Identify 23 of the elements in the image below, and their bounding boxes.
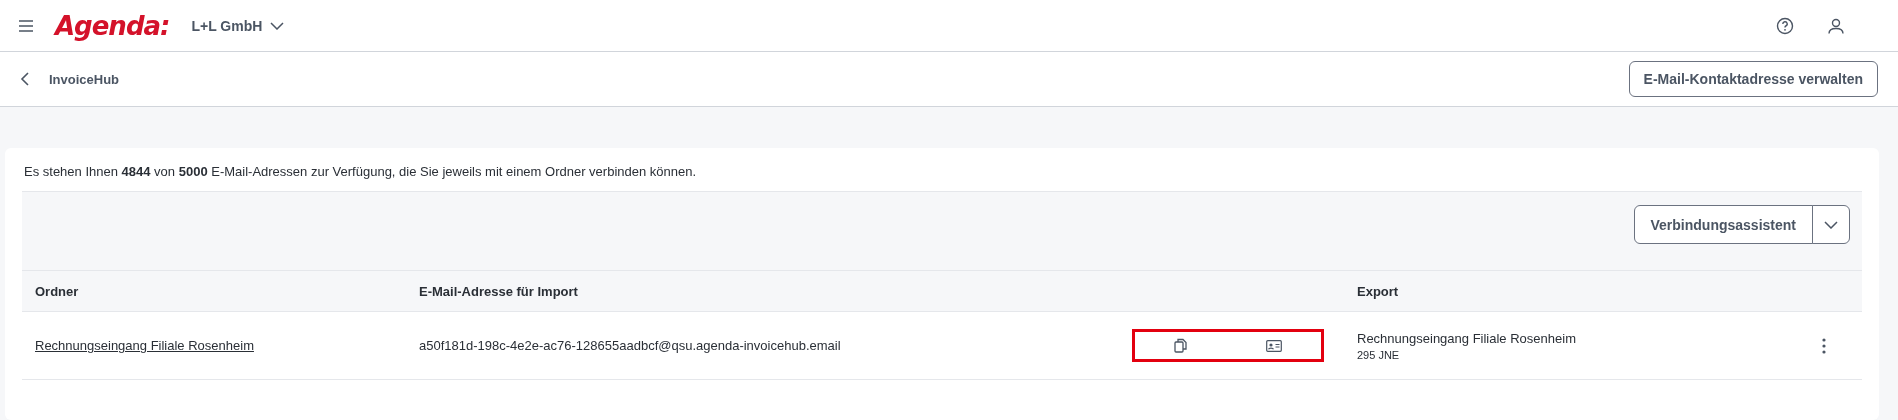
table-cell-text: a50f181d-198c-4e2e-ac76-128655aadbcf@qsu.agenda-invoicehub.email [419, 338, 842, 353]
folder-link[interactable]: Rechnungseingang Filiale Rosenheim [35, 338, 254, 353]
table-cell-text: Rechnungseingang Filiale Rosenheim [1357, 330, 1577, 346]
back-icon[interactable] [20, 72, 29, 86]
logo[interactable]: Agenda: [55, 10, 170, 41]
caret-icon [270, 21, 285, 30]
user-icon[interactable] [1828, 17, 1844, 34]
page-title: InvoiceHub [49, 71, 120, 87]
company-name[interactable]: L+L GmbH [191, 17, 263, 34]
column-header: Export [1357, 283, 1400, 299]
copy-icon[interactable] [1174, 338, 1188, 353]
more-icon[interactable] [1822, 337, 1826, 354]
column-header: E-Mail-Adresse für Import [419, 283, 579, 299]
contact-card-icon[interactable] [1266, 339, 1282, 352]
manage-contact-address-button[interactable]: E-Mail-Kontaktadresse verwalten [1628, 61, 1878, 97]
table-cell-text: 295 JNE [1357, 348, 1401, 361]
column-header: Ordner [34, 283, 80, 299]
dropdown-button[interactable] [1812, 205, 1850, 244]
connection-wizard-button[interactable]: Verbindungsassistent [1633, 205, 1813, 244]
availability-note: Es stehen Ihnen 4844 von 5000 E-Mail-Adressen zur Verfügung, die Sie jeweils mit einem Ordner verbinden können. [23, 163, 698, 181]
menu-icon[interactable] [18, 19, 34, 32]
caret-icon [1824, 220, 1838, 229]
help-icon[interactable] [1776, 16, 1794, 35]
